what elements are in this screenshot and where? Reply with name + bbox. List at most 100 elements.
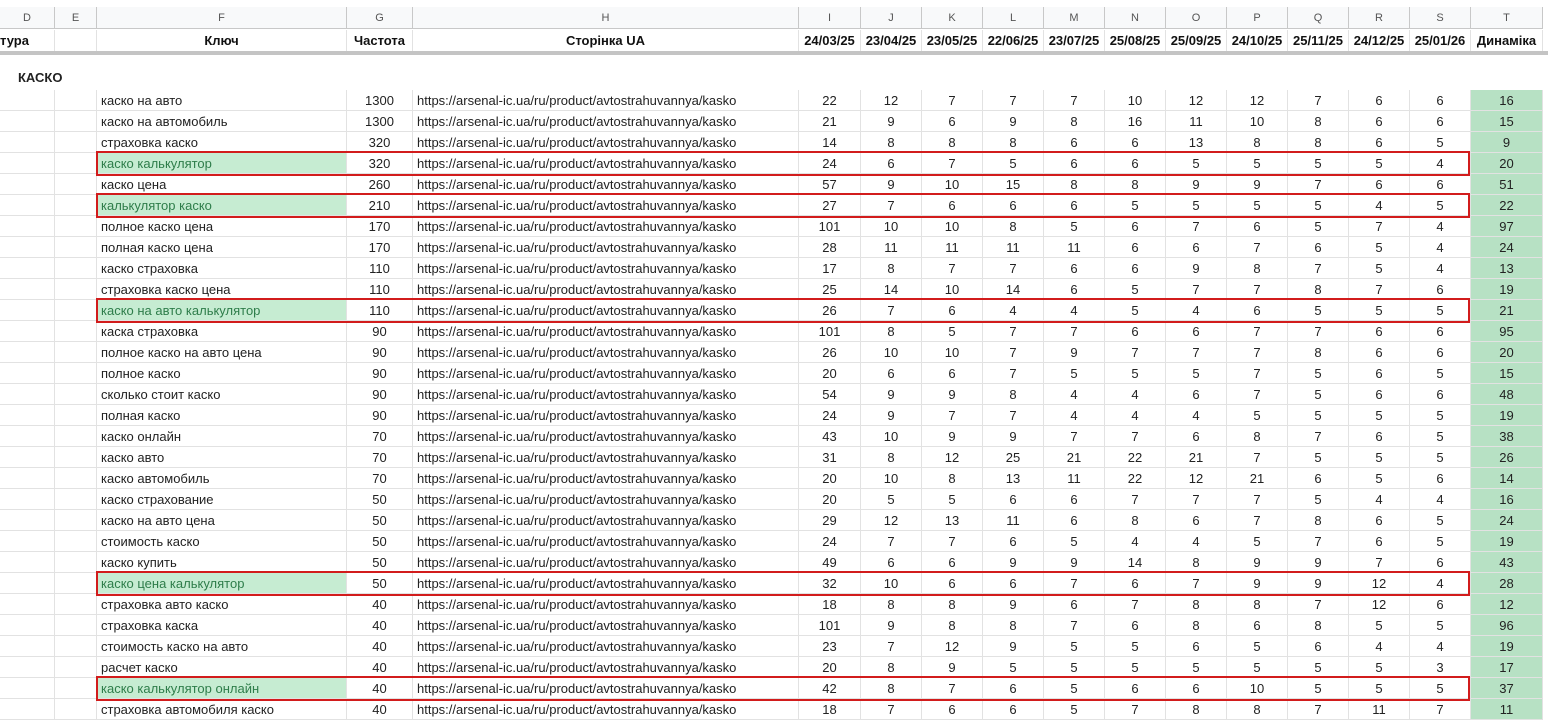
position-cell[interactable]: 10 (861, 573, 922, 594)
column-header-8[interactable]: 22/06/25 (983, 30, 1044, 52)
cell-d[interactable] (0, 489, 55, 510)
position-cell[interactable]: 7 (1227, 510, 1288, 531)
cell-e[interactable] (55, 384, 97, 405)
position-cell[interactable]: 6 (1105, 321, 1166, 342)
position-cell[interactable]: 5 (1410, 531, 1471, 552)
position-cell[interactable]: 8 (1044, 111, 1105, 132)
position-cell[interactable]: 5 (1166, 195, 1227, 216)
position-cell[interactable]: 6 (1349, 174, 1410, 195)
position-cell[interactable]: 21 (1227, 468, 1288, 489)
position-cell[interactable]: 5 (1227, 195, 1288, 216)
frequency-cell[interactable]: 90 (347, 321, 413, 342)
position-cell[interactable]: 6 (1349, 321, 1410, 342)
cell-e[interactable] (55, 216, 97, 237)
position-cell[interactable]: 4 (1410, 258, 1471, 279)
position-cell[interactable]: 5 (1105, 279, 1166, 300)
cell-e[interactable] (55, 174, 97, 195)
position-cell[interactable]: 18 (799, 594, 861, 615)
keyword-cell[interactable]: стоимость каско на авто (97, 636, 347, 657)
url-cell[interactable]: https://arsenal-ic.ua/ru/product/avtostr… (413, 384, 799, 405)
position-cell[interactable]: 7 (1349, 279, 1410, 300)
dynamics-cell[interactable]: 26 (1471, 447, 1543, 468)
position-cell[interactable]: 8 (1166, 699, 1227, 720)
position-cell[interactable]: 7 (1288, 531, 1349, 552)
position-cell[interactable]: 4 (1410, 153, 1471, 174)
position-cell[interactable]: 6 (1349, 510, 1410, 531)
position-cell[interactable]: 7 (983, 321, 1044, 342)
position-cell[interactable]: 5 (1044, 657, 1105, 678)
url-cell[interactable]: https://arsenal-ic.ua/ru/product/avtostr… (413, 594, 799, 615)
position-cell[interactable]: 7 (1227, 363, 1288, 384)
position-cell[interactable]: 6 (1166, 510, 1227, 531)
cell-d[interactable] (0, 321, 55, 342)
position-cell[interactable]: 49 (799, 552, 861, 573)
column-letter-l[interactable]: L (983, 7, 1044, 29)
position-cell[interactable]: 22 (799, 90, 861, 111)
cell-e[interactable] (55, 489, 97, 510)
column-letter-h[interactable]: H (413, 7, 799, 29)
position-cell[interactable]: 5 (1166, 363, 1227, 384)
dynamics-cell[interactable]: 16 (1471, 90, 1543, 111)
position-cell[interactable]: 5 (1410, 300, 1471, 321)
dynamics-cell[interactable]: 97 (1471, 216, 1543, 237)
column-header-3[interactable]: Частота (347, 30, 413, 52)
position-cell[interactable]: 7 (1105, 489, 1166, 510)
position-cell[interactable]: 4 (1410, 636, 1471, 657)
position-cell[interactable]: 12 (922, 636, 983, 657)
keyword-cell[interactable]: полная каско (97, 405, 347, 426)
position-cell[interactable]: 6 (922, 195, 983, 216)
frequency-cell[interactable]: 40 (347, 657, 413, 678)
position-cell[interactable]: 5 (1410, 615, 1471, 636)
frequency-cell[interactable]: 40 (347, 594, 413, 615)
url-cell[interactable]: https://arsenal-ic.ua/ru/product/avtostr… (413, 636, 799, 657)
position-cell[interactable]: 7 (1288, 321, 1349, 342)
position-cell[interactable]: 10 (922, 174, 983, 195)
position-cell[interactable]: 4 (1349, 636, 1410, 657)
dynamics-cell[interactable]: 24 (1471, 510, 1543, 531)
cell-d[interactable] (0, 426, 55, 447)
position-cell[interactable]: 9 (861, 615, 922, 636)
position-cell[interactable]: 20 (799, 657, 861, 678)
position-cell[interactable]: 7 (1044, 90, 1105, 111)
column-letter-g[interactable]: G (347, 7, 413, 29)
position-cell[interactable]: 7 (1105, 426, 1166, 447)
url-cell[interactable]: https://arsenal-ic.ua/ru/product/avtostr… (413, 657, 799, 678)
position-cell[interactable]: 7 (1410, 699, 1471, 720)
cell-d[interactable] (0, 405, 55, 426)
dynamics-cell[interactable]: 19 (1471, 531, 1543, 552)
position-cell[interactable]: 5 (1044, 636, 1105, 657)
cell-e[interactable] (55, 468, 97, 489)
keyword-cell[interactable]: полное каско на авто цена (97, 342, 347, 363)
keyword-cell[interactable]: каско страхование (97, 489, 347, 510)
position-cell[interactable]: 6 (983, 699, 1044, 720)
position-cell[interactable]: 7 (983, 90, 1044, 111)
position-cell[interactable]: 7 (922, 153, 983, 174)
position-cell[interactable]: 7 (1044, 321, 1105, 342)
position-cell[interactable]: 6 (1105, 678, 1166, 699)
dynamics-cell[interactable]: 43 (1471, 552, 1543, 573)
position-cell[interactable]: 7 (922, 258, 983, 279)
position-cell[interactable]: 10 (922, 279, 983, 300)
position-cell[interactable]: 5 (1410, 426, 1471, 447)
position-cell[interactable]: 6 (1410, 384, 1471, 405)
position-cell[interactable]: 6 (1166, 321, 1227, 342)
url-cell[interactable]: https://arsenal-ic.ua/ru/product/avtostr… (413, 111, 799, 132)
dynamics-cell[interactable]: 51 (1471, 174, 1543, 195)
position-cell[interactable]: 8 (1227, 132, 1288, 153)
column-letter-m[interactable]: M (1044, 7, 1105, 29)
position-cell[interactable]: 5 (1044, 678, 1105, 699)
keyword-cell[interactable]: полное каско (97, 363, 347, 384)
position-cell[interactable]: 7 (1227, 237, 1288, 258)
cell-d[interactable] (0, 636, 55, 657)
cell-e[interactable] (55, 342, 97, 363)
keyword-cell[interactable]: каско автомобиль (97, 468, 347, 489)
position-cell[interactable]: 6 (1166, 384, 1227, 405)
position-cell[interactable]: 23 (799, 636, 861, 657)
position-cell[interactable]: 12 (1349, 594, 1410, 615)
dynamics-cell[interactable]: 22 (1471, 195, 1543, 216)
position-cell[interactable]: 8 (1288, 132, 1349, 153)
position-cell[interactable]: 5 (1349, 153, 1410, 174)
position-cell[interactable]: 6 (922, 552, 983, 573)
position-cell[interactable]: 5 (1044, 699, 1105, 720)
position-cell[interactable]: 11 (861, 237, 922, 258)
